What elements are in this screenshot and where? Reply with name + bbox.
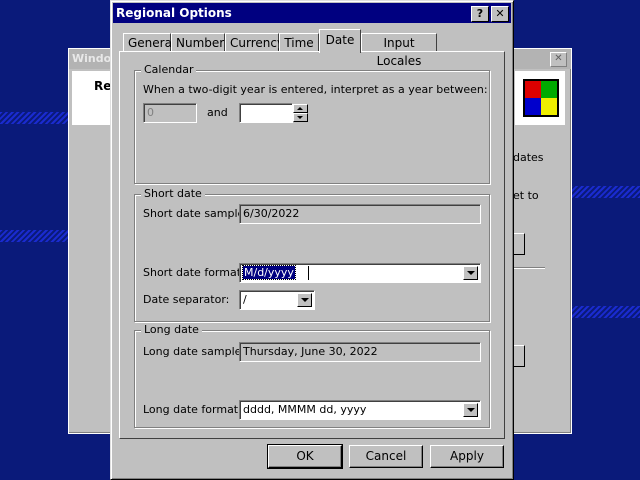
tab-date[interactable]: Date [319, 29, 361, 53]
regional-options-dialog: Regional Options ? ✕ General Numbers Cur… [110, 0, 514, 480]
short-date-format-combo[interactable]: M/d/yyyy [239, 263, 481, 283]
date-tab-panel: Calendar When a two-digit year is entere… [119, 51, 505, 439]
date-separator-value: / [243, 293, 247, 306]
short-date-sample-label: Short date sample: [143, 207, 249, 220]
long-date-sample-label: Long date sample: [143, 345, 246, 358]
background-stripe [570, 186, 640, 198]
calendar-group: Calendar When a two-digit year is entere… [134, 63, 490, 184]
tab-input-locales[interactable]: Input Locales [361, 33, 437, 68]
ok-button[interactable]: OK [267, 444, 343, 469]
tab-currency[interactable]: Currency [225, 33, 284, 51]
two-digit-year-from-field: 0 [143, 103, 197, 123]
background-text: et to [513, 189, 539, 202]
spin-down-icon[interactable] [293, 113, 308, 122]
date-separator-label: Date separator: [143, 293, 230, 306]
close-button[interactable]: ✕ [491, 6, 509, 22]
background-stripe [570, 306, 640, 318]
calendar-group-title: Calendar [141, 63, 197, 76]
dropdown-arrow-icon[interactable] [463, 266, 478, 280]
spin-up-icon[interactable] [293, 104, 308, 113]
long-date-group: Long date Long date sample: Thursday, Ju… [134, 323, 490, 428]
background-window-label: Re [94, 79, 112, 93]
long-date-format-value: dddd, MMMM dd, yyyy [243, 403, 367, 416]
two-digit-year-to-field[interactable] [239, 103, 293, 123]
windows-logo-icon [515, 71, 565, 125]
short-date-format-value[interactable]: M/d/yyyy [242, 265, 296, 280]
dialog-title: Regional Options [116, 6, 232, 20]
calendar-description: When a two-digit year is entered, interp… [143, 83, 488, 96]
dropdown-arrow-icon[interactable] [463, 403, 478, 417]
long-date-format-label: Long date format: [143, 403, 242, 416]
short-date-group: Short date Short date sample: 6/30/2022 … [134, 187, 490, 322]
date-separator-combo[interactable]: / [239, 290, 315, 310]
dropdown-arrow-icon[interactable] [297, 293, 312, 307]
year-spinner[interactable] [293, 104, 308, 122]
tab-numbers[interactable]: Numbers [171, 33, 230, 51]
title-bar: Regional Options ? ✕ [113, 3, 511, 23]
tab-time[interactable]: Time [279, 33, 319, 51]
long-date-format-combo[interactable]: dddd, MMMM dd, yyyy [239, 400, 481, 420]
tab-general[interactable]: General [123, 33, 175, 51]
background-stripe [0, 230, 70, 242]
short-date-format-label: Short date format: [143, 266, 245, 279]
background-text: dates [513, 151, 544, 164]
short-date-sample-field: 6/30/2022 [239, 204, 481, 224]
long-date-sample-field: Thursday, June 30, 2022 [239, 342, 481, 362]
help-button[interactable]: ? [471, 6, 489, 22]
short-date-group-title: Short date [141, 187, 205, 200]
cancel-button[interactable]: Cancel [349, 445, 423, 468]
divider [511, 267, 545, 269]
text-cursor-icon [308, 266, 310, 280]
and-label: and [207, 106, 228, 119]
apply-button[interactable]: Apply [430, 445, 504, 468]
long-date-group-title: Long date [141, 323, 202, 336]
background-close-icon[interactable]: ✕ [550, 52, 567, 67]
